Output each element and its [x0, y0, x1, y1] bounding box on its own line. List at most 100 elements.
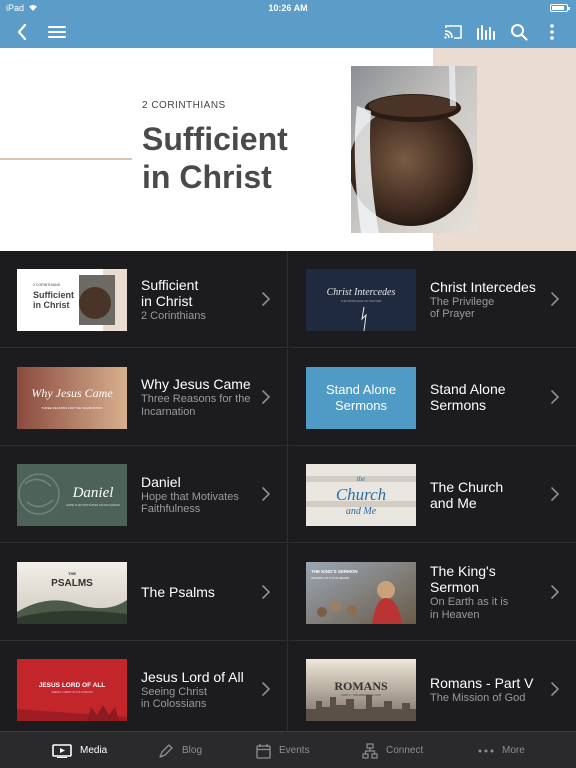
svg-text:JESUS LORD OF ALL: JESUS LORD OF ALL: [39, 682, 106, 689]
svg-text:HOPE THAT MOTIVATES FAITHFULNE: HOPE THAT MOTIVATES FAITHFULNESS: [66, 503, 120, 507]
status-time: 10:26 AM: [268, 3, 308, 13]
svg-text:Sufficient: Sufficient: [33, 290, 74, 300]
series-item[interactable]: the Church and Me The Church and Me: [289, 446, 576, 543]
pen-icon: [158, 743, 174, 759]
search-icon[interactable]: [507, 20, 531, 44]
series-subtitle: Three Reasons for the Incarnation: [141, 393, 251, 418]
series-grid: 2 CORINTHIANS Sufficient in Christ Sufficie…: [0, 251, 576, 738]
calendar-icon: [256, 743, 271, 759]
tab-label: More: [502, 745, 525, 756]
series-subtitle: Seeing Christ in Colossians: [141, 685, 208, 711]
chevron-right-icon: [261, 389, 271, 405]
svg-text:THE KING'S SERMON: THE KING'S SERMON: [311, 569, 358, 574]
series-title: The Church and Me: [430, 478, 504, 511]
series-title: Jesus Lord of All: [141, 668, 244, 685]
audio-icon[interactable]: [474, 20, 498, 44]
series-title: Stand Alone Sermons: [430, 381, 506, 413]
tab-label: Media: [80, 745, 108, 756]
chevron-right-icon: [261, 584, 271, 600]
svg-text:ON EARTH AS IT IS IN HEAVEN: ON EARTH AS IT IS IN HEAVEN: [311, 576, 349, 580]
series-item[interactable]: JESUS LORD OF ALL SEEING CHRIST IN COLOSS…: [0, 641, 288, 738]
chevron-right-icon: [550, 389, 560, 405]
series-title: Why Jesus Came: [141, 376, 251, 392]
menu-icon[interactable]: [45, 20, 69, 44]
series-title: Sufficient in Christ: [141, 276, 199, 309]
tab-connect[interactable]: Connect: [362, 732, 423, 768]
series-thumbnail: 2 CORINTHIANS Sufficient in Christ: [17, 269, 127, 331]
series-title: Romans - Part V: [430, 674, 534, 691]
series-item[interactable]: Christ Intercedes THE PRIVILEGE OF PRAYER…: [289, 251, 576, 348]
series-item[interactable]: Why Jesus Came THREE REASONS FOR THE INCA…: [0, 348, 288, 446]
tab-label: Events: [279, 745, 310, 756]
hero-title: Sufficient in Christ: [142, 121, 288, 195]
series-title: Christ Intercedes: [430, 278, 536, 295]
series-thumbnail: JESUS LORD OF ALL SEEING CHRIST IN COLOSS…: [17, 659, 127, 721]
chevron-right-icon: [261, 681, 271, 697]
tab-label: Blog: [182, 745, 203, 756]
series-item[interactable]: THE KING'S SERMON ON EARTH AS IT IS IN HE…: [289, 544, 576, 641]
series-thumbnail: Daniel HOPE THAT MOTIVATES FAITHFULNESS: [17, 464, 127, 526]
battery-icon: [550, 4, 570, 12]
series-thumbnail: Christ Intercedes THE PRIVILEGE OF PRAYER: [306, 269, 416, 331]
svg-text:THE PRIVILEGE OF PRAYER: THE PRIVILEGE OF PRAYER: [341, 299, 382, 303]
svg-text:2 CORINTHIANS: 2 CORINTHIANS: [33, 283, 61, 287]
series-item[interactable]: ROMANS PART V - THE MISSION OF GOD Romans …: [289, 641, 576, 738]
hero-banner[interactable]: 2 CORINTHIANS Sufficient in Christ: [0, 48, 576, 251]
series-subtitle: The Mission of God: [430, 691, 526, 704]
top-bar: iPad 10:26 AM: [0, 0, 576, 48]
tab-bar: Media Blog Events Connect More: [0, 731, 576, 768]
series-title: Daniel: [141, 473, 181, 490]
series-item[interactable]: 2 CORINTHIANS Sufficient in Christ Sufficie…: [0, 251, 288, 348]
series-title: The King's Sermon: [430, 563, 496, 595]
series-thumbnail: THE KING'S SERMON ON EARTH AS IT IS IN HE…: [306, 561, 416, 624]
svg-text:Why Jesus Came: Why Jesus Came: [31, 386, 113, 400]
series-thumbnail: Stand Alone Sermons: [306, 366, 416, 429]
connect-icon: [362, 742, 378, 759]
series-title: The Psalms: [141, 584, 215, 600]
series-subtitle: 2 Corinthians: [141, 309, 206, 322]
svg-text:Church: Church: [336, 485, 386, 504]
series-thumbnail: Why Jesus Came THREE REASONS FOR THE INCA…: [17, 366, 127, 429]
nav-bar: [0, 16, 576, 48]
tab-label: Connect: [386, 745, 424, 756]
series-subtitle: On Earth as it is in Heaven: [430, 596, 509, 621]
back-icon[interactable]: [10, 20, 34, 44]
svg-text:Sermons: Sermons: [335, 398, 388, 413]
tab-more[interactable]: More: [478, 732, 525, 768]
chevron-right-icon: [550, 681, 560, 697]
svg-text:PART V - THE MISSION OF GOD: PART V - THE MISSION OF GOD: [341, 693, 380, 697]
media-icon: [52, 743, 72, 758]
svg-text:PSALMS: PSALMS: [51, 578, 93, 589]
series-item[interactable]: THE PSALMS The Psalms: [0, 543, 288, 641]
svg-text:SEEING CHRIST IN COLOSSIANS: SEEING CHRIST IN COLOSSIANS: [51, 690, 92, 694]
series-item[interactable]: Daniel HOPE THAT MOTIVATES FAITHFULNESS Da…: [0, 446, 288, 543]
hero-image-pot: [351, 66, 477, 233]
cast-icon[interactable]: [441, 20, 465, 44]
svg-text:in Christ: in Christ: [33, 300, 70, 310]
chevron-right-icon: [550, 584, 560, 600]
series-item[interactable]: Stand Alone Sermons Stand Alone Sermons: [289, 349, 576, 446]
svg-text:Stand Alone: Stand Alone: [326, 382, 396, 397]
status-bar: iPad 10:26 AM: [0, 0, 576, 16]
chevron-right-icon: [261, 291, 271, 307]
series-thumbnail: ROMANS PART V - THE MISSION OF GOD: [306, 659, 416, 721]
tab-media[interactable]: Media: [52, 732, 107, 768]
chevron-right-icon: [261, 486, 271, 502]
svg-text:ROMANS: ROMANS: [334, 679, 388, 693]
series-subtitle: The Privilege of Prayer: [430, 295, 495, 321]
tab-events[interactable]: Events: [256, 732, 310, 768]
series-subtitle: Hope that Motivates Faithfulness: [141, 490, 239, 516]
series-thumbnail: the Church and Me: [306, 464, 416, 526]
series-thumbnail: THE PSALMS: [17, 561, 127, 624]
svg-text:Daniel: Daniel: [72, 485, 114, 501]
chevron-right-icon: [550, 291, 560, 307]
more-dots-icon: [478, 749, 494, 753]
svg-text:the: the: [357, 475, 366, 483]
svg-text:THE: THE: [68, 571, 76, 576]
chevron-right-icon: [550, 486, 560, 502]
more-icon[interactable]: [540, 20, 564, 44]
svg-text:and Me: and Me: [346, 506, 377, 517]
svg-text:Christ Intercedes: Christ Intercedes: [327, 287, 396, 298]
svg-text:THREE REASONS FOR THE INCARNAT: THREE REASONS FOR THE INCARNATION: [42, 406, 103, 410]
tab-blog[interactable]: Blog: [158, 732, 202, 768]
